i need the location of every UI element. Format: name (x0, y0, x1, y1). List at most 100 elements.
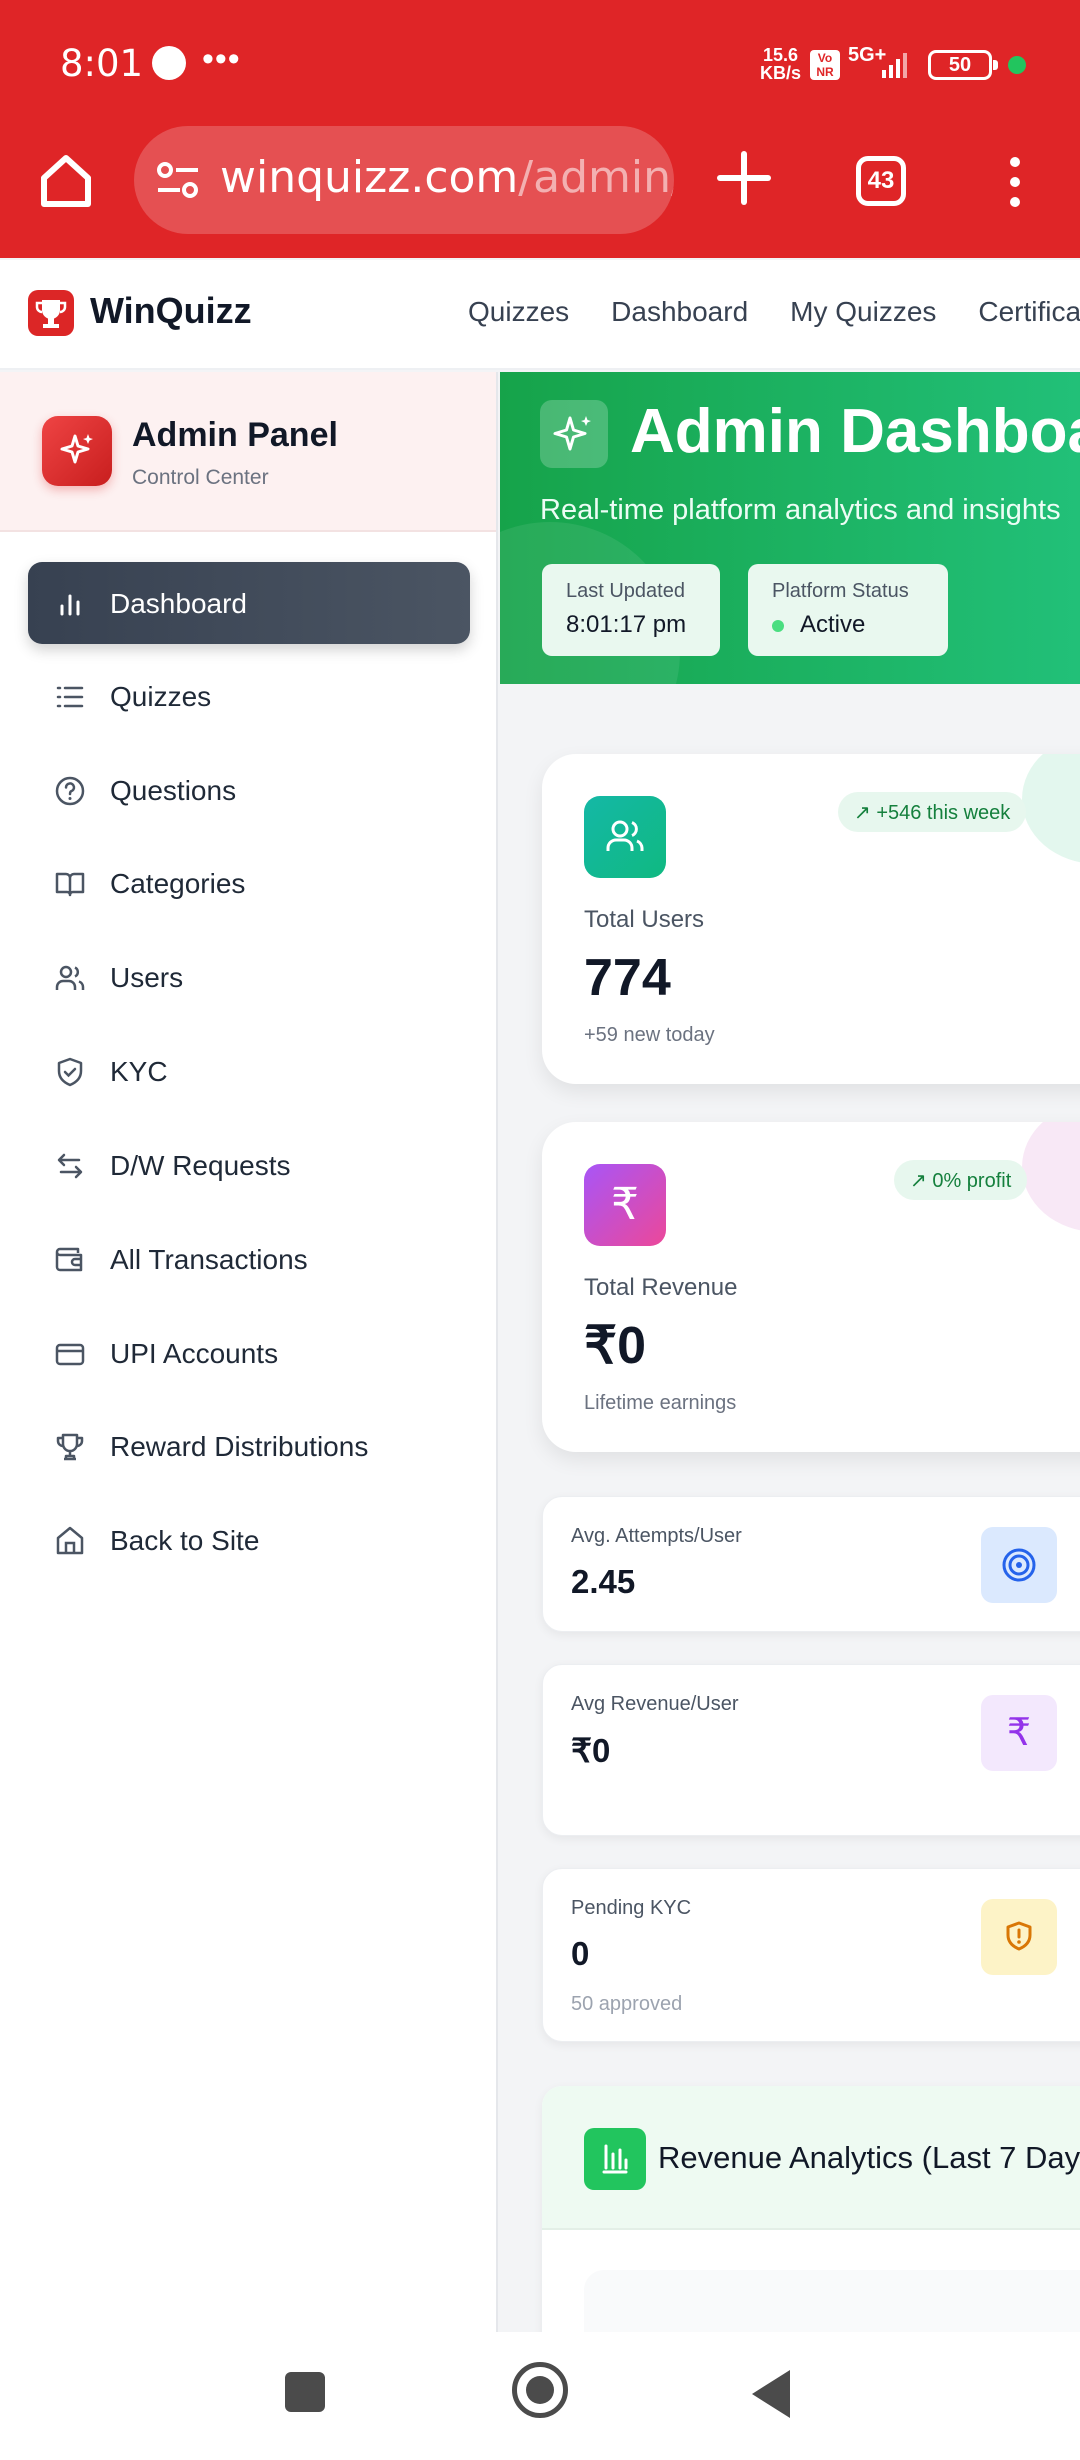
list-icon (56, 686, 84, 708)
admin-sidebar: Admin Panel Control Center Dashboard Qui… (0, 372, 498, 2332)
sparkles-icon (540, 400, 608, 468)
dashboard-hero: Admin Dashboard Real-time platform analy… (500, 372, 1080, 684)
book-open-icon (55, 872, 85, 897)
browser-chrome: 8:01 ••• 15.6 KB/s Vo NR 5G+ 50 winquizz… (0, 0, 1080, 258)
status-bar: 8:01 ••• 15.6 KB/s Vo NR 5G+ 50 (0, 0, 1080, 128)
sidebar-item-label: UPI Accounts (110, 1338, 279, 1369)
avg-attempts-card: Avg. Attempts/User 2.45 (542, 1496, 1080, 1632)
status-dot-icon (772, 619, 784, 632)
wallet-icon (55, 1247, 83, 1272)
net-speed-value: 15.6 (762, 45, 799, 65)
privacy-indicator-icon (1008, 56, 1026, 74)
total-users-value: 774 (584, 949, 671, 1007)
back-button[interactable] (752, 2370, 790, 2418)
shield-alert-icon (981, 1899, 1057, 1975)
credit-card-icon (55, 1343, 85, 1366)
browser-menu-icon[interactable] (1000, 154, 1030, 210)
last-updated-pill: Last Updated 8:01:17 pm (542, 564, 720, 656)
trophy-logo-icon[interactable] (28, 290, 74, 336)
section-title: Revenue Analytics (Last 7 Days) (658, 2140, 1080, 2175)
home-icon (56, 1526, 84, 1555)
last-updated-value: 8:01:17 pm (566, 611, 687, 638)
sidebar-item-label: KYC (110, 1056, 168, 1087)
nav-my-quizzes[interactable]: My Quizzes (790, 296, 936, 328)
sidebar-item-label: Users (110, 962, 184, 993)
browser-home-icon[interactable] (36, 150, 96, 210)
sidebar-item-back-to-site[interactable]: Back to Site (28, 1499, 470, 1581)
status-time: 8:01 (60, 42, 144, 85)
platform-status-label: Platform Status (772, 580, 909, 602)
tab-switcher-button[interactable]: 43 (856, 156, 906, 206)
users-growth-badge: ↗ +546 this week (838, 792, 1027, 832)
help-circle-icon (55, 776, 85, 806)
profit-badge-text: 0% profit (932, 1170, 1012, 1192)
signal-icon (882, 53, 907, 78)
volte-icon: Vo NR (810, 50, 840, 80)
site-header: WinQuizz Quizzes Dashboard My Quizzes Ce… (0, 260, 1080, 370)
sidebar-item-users[interactable]: Users (28, 936, 470, 1018)
nav-dashboard[interactable]: Dashboard (611, 296, 748, 328)
bar-chart-icon (584, 2128, 646, 2190)
total-revenue-label: Total Revenue (584, 1274, 738, 1301)
shield-check-icon (57, 1057, 83, 1087)
avg-revenue-label: Avg Revenue/User (571, 1693, 739, 1715)
pending-kyc-sub: 50 approved (571, 1993, 683, 2015)
url-host: winquizz.com (220, 152, 519, 203)
users-growth-text: +546 this week (876, 802, 1011, 824)
sidebar-item-dashboard[interactable]: Dashboard (28, 562, 470, 644)
notification-dot-icon (152, 46, 186, 80)
system-nav-bar (0, 2332, 1080, 2460)
net-speed: 15.6 KB/s (760, 46, 801, 82)
total-users-label: Total Users (584, 906, 705, 933)
new-tab-icon[interactable] (716, 150, 772, 206)
nav-certificates[interactable]: Certificates (978, 296, 1080, 328)
sidebar-item-label: Reward Distributions (110, 1431, 369, 1462)
users-icon (584, 796, 666, 878)
total-revenue-card: ₹ ↗ 0% profit Total Revenue ₹0 Lifetime … (542, 1122, 1080, 1452)
sidebar-item-label: Quizzes (110, 681, 212, 712)
sidebar-item-kyc[interactable]: KYC (28, 1030, 470, 1112)
profit-badge: ↗ 0% profit (894, 1160, 1028, 1200)
sidebar-item-quizzes[interactable]: Quizzes (28, 655, 470, 737)
rupee-icon: ₹ (981, 1695, 1057, 1771)
url-bar[interactable]: winquizz.com/admin/c (134, 126, 674, 234)
recents-button[interactable] (285, 2372, 325, 2412)
url-text[interactable]: winquizz.com/admin/c (220, 152, 674, 203)
total-users-card: ↗ +546 this week Total Users 774 +59 new… (542, 754, 1080, 1084)
site-nav: Quizzes Dashboard My Quizzes Certificate… (468, 296, 1080, 328)
revenue-analytics-section: Revenue Analytics (Last 7 Days) (542, 2086, 1080, 2332)
nav-quizzes[interactable]: Quizzes (468, 296, 569, 328)
sidebar-item-upi-accounts[interactable]: UPI Accounts (28, 1312, 470, 1394)
sidebar-item-questions[interactable]: Questions (28, 749, 470, 831)
sidebar-item-all-transactions[interactable]: All Transactions (28, 1218, 470, 1300)
sidebar-item-label: Categories (110, 868, 246, 899)
last-updated-label: Last Updated (566, 580, 685, 602)
main-content: Admin Dashboard Real-time platform analy… (500, 372, 1080, 2332)
pending-kyc-value: 0 (571, 1935, 590, 1972)
bar-chart-icon (60, 594, 80, 616)
arrows-swap-icon (57, 1153, 83, 1179)
target-icon (981, 1527, 1057, 1603)
site-settings-icon[interactable] (156, 160, 200, 200)
avg-attempts-value: 2.45 (571, 1563, 636, 1600)
section-header: Revenue Analytics (Last 7 Days) (542, 2086, 1080, 2230)
sidebar-item-reward-distributions[interactable]: Reward Distributions (28, 1405, 470, 1487)
pending-kyc-card: Pending KYC 0 50 approved (542, 1868, 1080, 2042)
url-path: /admin/c (518, 152, 674, 203)
sidebar-item-label: Back to Site (110, 1525, 260, 1556)
rupee-icon: ₹ (584, 1164, 666, 1246)
page-title: Admin Dashboard (630, 397, 1080, 466)
sidebar-item-categories[interactable]: Categories (28, 842, 470, 924)
sidebar-header: Admin Panel Control Center (0, 372, 496, 532)
pending-kyc-label: Pending KYC (571, 1897, 692, 1919)
avg-revenue-value: ₹0 (571, 1732, 611, 1769)
battery-icon: 50 (928, 50, 998, 80)
platform-status-value: Active (800, 611, 866, 638)
home-button[interactable] (512, 2362, 568, 2418)
brand-name[interactable]: WinQuizz (90, 290, 252, 332)
revenue-chart-area (584, 2270, 1080, 2332)
platform-status-pill: Platform Status Active (748, 564, 948, 656)
users-icon (55, 965, 85, 990)
total-revenue-sub: Lifetime earnings (584, 1392, 737, 1414)
sidebar-item-dw-requests[interactable]: D/W Requests (28, 1124, 470, 1206)
